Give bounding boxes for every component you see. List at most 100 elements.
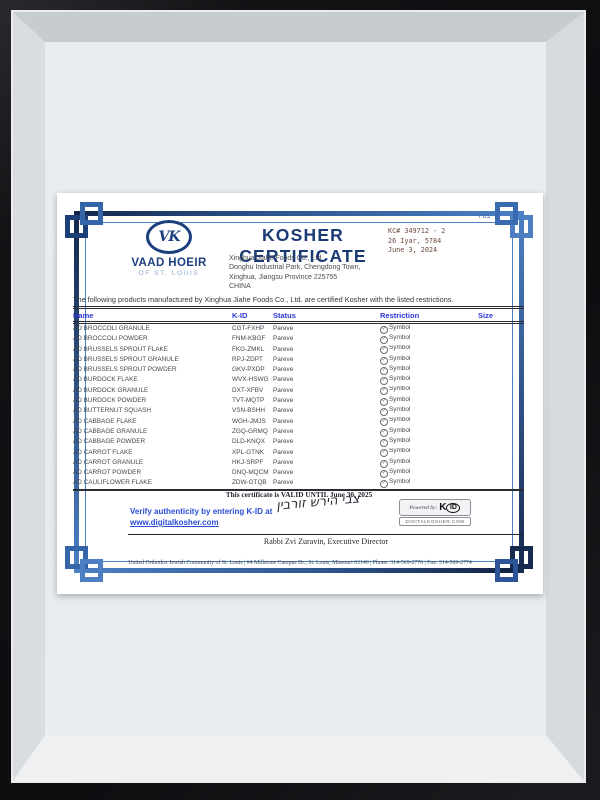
product-name-cell: AD CARROT POWDER	[73, 468, 232, 478]
powered-by-box: Powered by: K ID DigitalKosher.com	[399, 499, 471, 526]
status-cell: Pareve	[273, 427, 380, 437]
restriction-label: Symbol	[389, 345, 410, 352]
product-name-cell: AD CARROT FLAKE	[73, 448, 232, 458]
restriction-cell: ✓Symbol	[380, 437, 478, 447]
table-row: AD BURDOCK POWDER TVT-MQTP Pareve ✓Symbo…	[73, 396, 524, 406]
products-table: Name K-ID Status Restriction Size AD BRO…	[73, 306, 524, 491]
ovk-logo-letters: VK	[158, 229, 179, 245]
product-name-cell: AD BURDOCK GRANULE	[73, 386, 232, 396]
size-cell	[478, 365, 524, 375]
table-row: AD CABBAGE GRANULE ZGQ-GRMQ Pareve ✓Symb…	[73, 427, 524, 437]
kid-cell: WVX-HSWG	[232, 375, 273, 385]
column-header-status: Status	[273, 308, 380, 323]
table-row: AD BRUSSELS SPROUT POWDER GKV-PXDP Parev…	[73, 365, 524, 375]
restriction-label: Symbol	[389, 448, 410, 455]
restriction-cell: ✓Symbol	[380, 334, 478, 344]
kid-cell: ZDW-GTQB	[232, 478, 273, 489]
product-name-cell: AD CABBAGE GRANULE	[73, 427, 232, 437]
powered-by-label: Powered by:	[410, 505, 438, 511]
restriction-label: Symbol	[389, 478, 410, 485]
cert-hebrew-date: 26 Iyar, 5784	[388, 237, 478, 247]
cert-number: KC# 349712 - 2	[388, 227, 478, 237]
product-name-cell: AD BUTTERNUT SQUASH	[73, 406, 232, 416]
product-name-cell: AD BROCCOLI POWDER	[73, 334, 232, 344]
status-cell: Pareve	[273, 323, 380, 335]
restriction-cell: ✓Symbol	[380, 417, 478, 427]
size-cell	[478, 417, 524, 427]
product-name-cell: AD BRUSSELS SPROUT POWDER	[73, 365, 232, 375]
org-subname: OF ST. LOUIS	[117, 270, 221, 277]
size-cell	[478, 437, 524, 447]
restriction-cell: ✓Symbol	[380, 355, 478, 365]
border-band-top	[74, 211, 524, 216]
kid-logo-id: ID	[446, 503, 460, 513]
size-cell	[478, 396, 524, 406]
restriction-label: Symbol	[389, 458, 410, 465]
kid-logo-k: K	[439, 502, 446, 513]
check-circle-icon: ✓	[380, 367, 388, 375]
restriction-cell: ✓Symbol	[380, 396, 478, 406]
bsd-text: בס"ד	[477, 214, 490, 220]
border-band-bottom	[74, 568, 524, 573]
table-row: AD CABBAGE POWDER DLD-KNQX Pareve ✓Symbo…	[73, 437, 524, 447]
status-cell: Pareve	[273, 355, 380, 365]
product-name-cell: AD BROCCOLI GRANULE	[73, 323, 232, 335]
product-name-cell: AD CABBAGE FLAKE	[73, 417, 232, 427]
restriction-cell: ✓Symbol	[380, 448, 478, 458]
restriction-label: Symbol	[389, 334, 410, 341]
kid-cell: VSN-BSHH	[232, 406, 273, 416]
restriction-cell: ✓Symbol	[380, 427, 478, 437]
restriction-label: Symbol	[389, 437, 410, 444]
check-circle-icon: ✓	[380, 377, 388, 385]
company-address-block: Xinghua Jiahe Foods Co., Ltd. Donghu Ind…	[229, 254, 360, 291]
size-cell	[478, 458, 524, 468]
restriction-cell: ✓Symbol	[380, 323, 478, 335]
check-circle-icon: ✓	[380, 470, 388, 478]
signatory-name: Rabbi Zvi Zuravin, Executive Director	[128, 537, 524, 546]
table-row: AD CABBAGE FLAKE WGH-JMJS Pareve ✓Symbol	[73, 417, 524, 427]
restriction-label: Symbol	[389, 355, 410, 362]
restriction-label: Symbol	[389, 324, 410, 331]
product-name-cell: AD CARROT GRANULE	[73, 458, 232, 468]
kid-cell: HKJ-SRPF	[232, 458, 273, 468]
table-row: AD BUTTERNUT SQUASH VSN-BSHH Pareve ✓Sym…	[73, 406, 524, 416]
status-cell: Pareve	[273, 417, 380, 427]
certificate-paper: בס"ד VK VAAD HOEIR OF ST. LOUIS KOSHER C…	[57, 193, 543, 594]
status-cell: Pareve	[273, 468, 380, 478]
kid-cell: RPJ-ZDPT	[232, 355, 273, 365]
product-name-cell: AD CAULIFLOWER FLAKE	[73, 478, 232, 489]
restriction-label: Symbol	[389, 396, 410, 403]
restriction-label: Symbol	[389, 386, 410, 393]
company-country: CHINA	[229, 282, 360, 291]
table-row: AD BROCCOLI GRANULE CGT-FXHP Pareve ✓Sym…	[73, 323, 524, 335]
table-row: AD BROCCOLI POWDER FNM-KBGF Pareve ✓Symb…	[73, 334, 524, 344]
restriction-label: Symbol	[389, 375, 410, 382]
restriction-cell: ✓Symbol	[380, 468, 478, 478]
corner-ornament	[495, 202, 518, 225]
kid-cell: XPL-GTNK	[232, 448, 273, 458]
restriction-cell: ✓Symbol	[380, 386, 478, 396]
restriction-label: Symbol	[389, 417, 410, 424]
status-cell: Pareve	[273, 345, 380, 355]
table-row: AD CAULIFLOWER FLAKE ZDW-GTQB Pareve ✓Sy…	[73, 478, 524, 489]
kid-cell: WGH-JMJS	[232, 417, 273, 427]
product-name-cell: AD BRUSSELS SPROUT FLAKE	[73, 345, 232, 355]
kid-logo-icon: K ID	[439, 502, 460, 513]
restriction-label: Symbol	[389, 365, 410, 372]
company-address-line2: Xinghua, Jiangsu Province 225755	[229, 273, 360, 282]
status-cell: Pareve	[273, 437, 380, 447]
check-circle-icon: ✓	[380, 357, 388, 365]
product-name-cell: AD BURDOCK FLAKE	[73, 375, 232, 385]
size-cell	[478, 323, 524, 335]
check-circle-icon: ✓	[380, 418, 388, 426]
corner-ornament	[80, 202, 103, 225]
size-cell	[478, 334, 524, 344]
kid-cell: DXT-XFBV	[232, 386, 273, 396]
status-cell: Pareve	[273, 448, 380, 458]
signature-line	[128, 534, 524, 535]
restriction-label: Symbol	[389, 406, 410, 413]
footer-text: United Orthodox Jewish Community of St. …	[87, 560, 513, 566]
kid-cell: FKG-ZMKL	[232, 345, 273, 355]
verify-line1: Verify authenticity by entering K-ID at	[130, 506, 272, 517]
restriction-cell: ✓Symbol	[380, 458, 478, 468]
